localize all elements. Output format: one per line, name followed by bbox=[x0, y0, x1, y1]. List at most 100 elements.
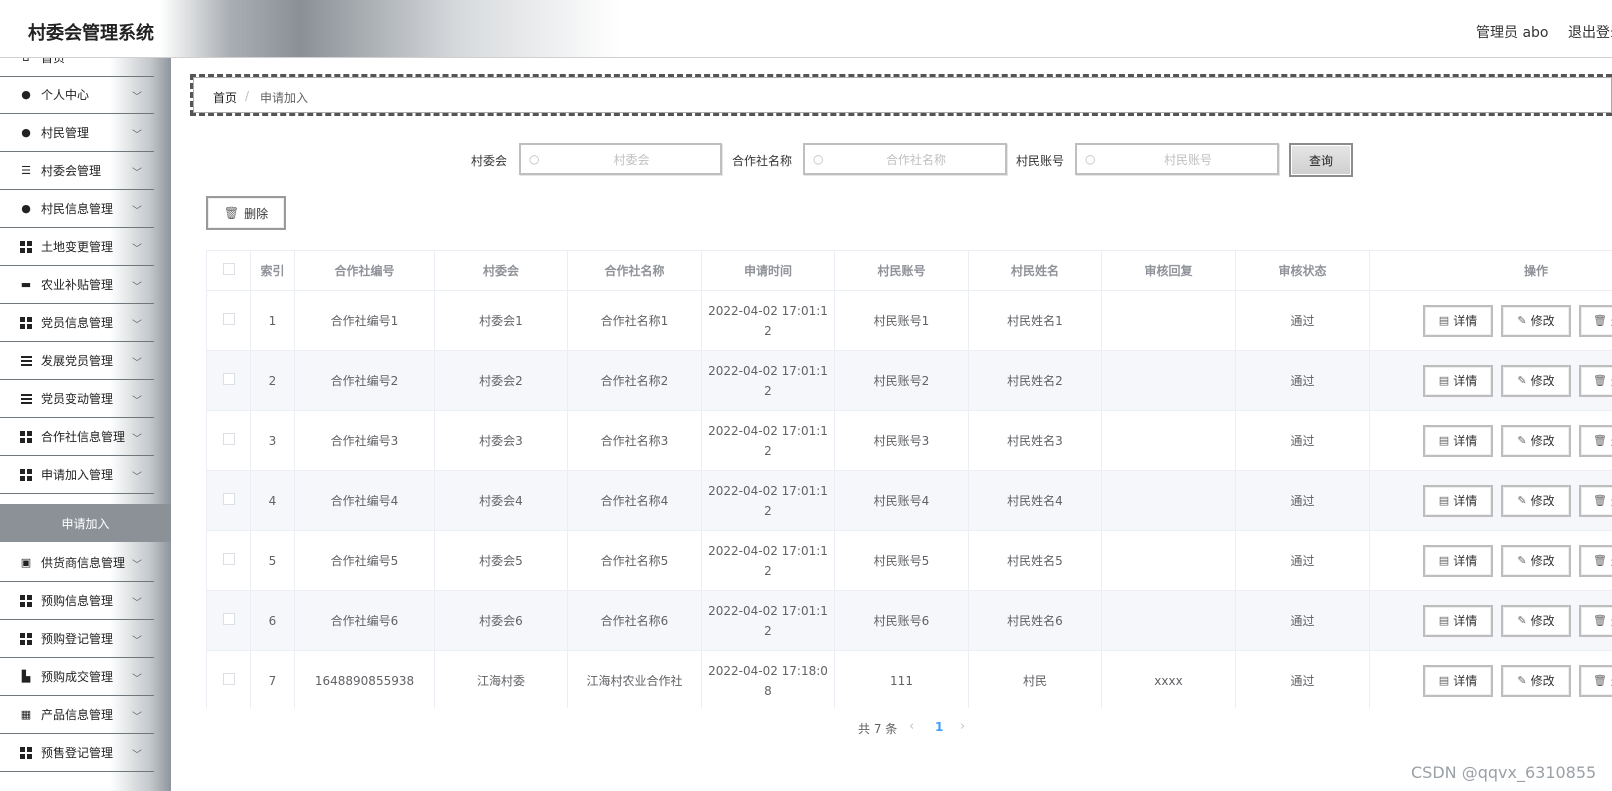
next-page-icon[interactable]: › bbox=[960, 719, 965, 734]
cell-coop-no: 合作社编号2 bbox=[294, 350, 435, 411]
chevron-down-icon: ﹀ bbox=[132, 244, 142, 255]
sidebar-item-home[interactable]: ⌂ 首页 bbox=[0, 58, 154, 77]
sidebar-item-presale-register[interactable]: 预购登记管理 ﹀ bbox=[0, 620, 154, 658]
detail-label: 详情 bbox=[1453, 553, 1478, 568]
detail-button[interactable]: ▤ 详情 bbox=[1423, 424, 1493, 457]
sidebar-item-villager[interactable]: ● 村民管理 ﹀ bbox=[0, 114, 154, 152]
row-checkbox[interactable] bbox=[222, 372, 235, 385]
row-checkbox[interactable] bbox=[222, 672, 235, 685]
sidebar-item-apply-join[interactable]: 申请加入管理 ﹀ bbox=[0, 456, 154, 494]
select-all-cell[interactable] bbox=[206, 250, 251, 291]
edit-label: 修改 bbox=[1530, 373, 1555, 388]
sidebar-item-develop-member[interactable]: 发展党员管理 ﹀ bbox=[0, 342, 154, 380]
edit-button[interactable]: ✎ 修改 bbox=[1501, 424, 1571, 457]
row-select-cell[interactable] bbox=[206, 470, 251, 531]
col-name: 村民姓名 bbox=[968, 250, 1102, 291]
edit-button[interactable]: ✎ 修改 bbox=[1501, 364, 1571, 397]
detail-button[interactable]: ▤ 详情 bbox=[1423, 604, 1493, 637]
sidebar-item-supplier[interactable]: ▣ 供货商信息管理 ﹀ bbox=[0, 544, 154, 582]
pencil-icon: ✎ bbox=[1517, 373, 1527, 387]
sidebar-item-personal-center[interactable]: ● 个人中心 ﹀ bbox=[0, 76, 154, 114]
row-checkbox[interactable] bbox=[222, 612, 235, 625]
sidebar-item-party-member[interactable]: 党员信息管理 ﹀ bbox=[0, 304, 154, 342]
delete-button[interactable]: 🗑删除 bbox=[1579, 424, 1612, 457]
query-button[interactable]: 查询 bbox=[1289, 143, 1353, 177]
chevron-down-icon: ﹀ bbox=[132, 320, 142, 331]
delete-button[interactable]: 🗑删除 bbox=[1579, 544, 1612, 577]
account-input[interactable] bbox=[1101, 147, 1275, 173]
sidebar-item-village-committee[interactable]: ☰ 村委会管理 ﹀ bbox=[0, 152, 154, 190]
delete-button[interactable]: 🗑删除 bbox=[1579, 484, 1612, 517]
logout-link[interactable]: 退出登录 bbox=[1568, 22, 1612, 42]
sidebar-item-label: 预售登记管理 bbox=[41, 746, 114, 760]
row-select-cell[interactable] bbox=[206, 530, 251, 591]
edit-button[interactable]: ✎ 修改 bbox=[1501, 304, 1571, 337]
row-select-cell[interactable] bbox=[206, 410, 251, 471]
sidebar-item-subsidy[interactable]: ▬ 农业补贴管理 ﹀ bbox=[0, 266, 154, 304]
row-checkbox[interactable] bbox=[222, 432, 235, 445]
detail-button[interactable]: ▤ 详情 bbox=[1423, 664, 1493, 697]
edit-label: 修改 bbox=[1530, 433, 1555, 448]
sidebar-item-cooperative[interactable]: 合作社信息管理 ﹀ bbox=[0, 418, 154, 456]
sidebar-subitem-label: 申请加入 bbox=[61, 516, 110, 531]
detail-button[interactable]: ▤ 详情 bbox=[1423, 484, 1493, 517]
detail-button[interactable]: ▤ 详情 bbox=[1423, 304, 1493, 337]
edit-label: 修改 bbox=[1530, 313, 1555, 328]
prev-page-icon[interactable]: ‹ bbox=[909, 719, 914, 734]
detail-label: 详情 bbox=[1453, 613, 1478, 628]
edit-button[interactable]: ✎ 修改 bbox=[1501, 604, 1571, 637]
edit-button[interactable]: ✎ 修改 bbox=[1501, 544, 1571, 577]
delete-button[interactable]: 🗑删除 bbox=[1579, 664, 1612, 697]
row-checkbox[interactable] bbox=[222, 312, 235, 325]
row-checkbox[interactable] bbox=[222, 492, 235, 505]
row-select-cell[interactable] bbox=[206, 650, 251, 708]
sidebar-subitem-apply-join[interactable]: 申请加入 bbox=[0, 504, 171, 542]
edit-label: 修改 bbox=[1530, 673, 1555, 688]
table-row: 7 1648890855938 江海村委 江海村农业合作社 2022-04-02 17:… bbox=[206, 650, 1612, 708]
table-row: 2 合作社编号2 村委会2 合作社名称2 2022-04-02 17:01:1 2 村民账号… bbox=[206, 350, 1612, 411]
cell-index: 5 bbox=[250, 530, 295, 591]
breadcrumb-home[interactable]: 首页 bbox=[213, 89, 237, 106]
cell-index: 7 bbox=[250, 650, 295, 708]
delete-button[interactable]: 🗑删除 bbox=[1579, 304, 1612, 337]
page-number[interactable]: 1 bbox=[935, 720, 943, 734]
coop-name-input[interactable] bbox=[829, 147, 1003, 173]
delete-button[interactable]: 🗑删除 bbox=[1579, 604, 1612, 637]
row-select-cell[interactable] bbox=[206, 290, 251, 351]
col-reply: 审核回复 bbox=[1101, 250, 1236, 291]
edit-button[interactable]: ✎ 修改 bbox=[1501, 484, 1571, 517]
chevron-down-icon: ﹀ bbox=[132, 636, 142, 647]
cell-index: 1 bbox=[250, 290, 295, 351]
sidebar-item-presale-deal[interactable]: ▙ 预购成交管理 ﹀ bbox=[0, 658, 154, 696]
time-line: 2022-04-02 17:01:1 bbox=[708, 603, 828, 618]
row-select-cell[interactable] bbox=[206, 350, 251, 411]
row-select-cell[interactable] bbox=[206, 590, 251, 651]
row-checkbox[interactable] bbox=[222, 552, 235, 565]
account-search-box: ○ bbox=[1075, 143, 1279, 175]
sidebar-item-presale-info[interactable]: 预购信息管理 ﹀ bbox=[0, 582, 154, 620]
detail-button[interactable]: ▤ 详情 bbox=[1423, 544, 1493, 577]
table-row: 1 合作社编号1 村委会1 合作社名称1 2022-04-02 17:01:1 2 村民账号… bbox=[206, 290, 1612, 351]
detail-button[interactable]: ▤ 详情 bbox=[1423, 364, 1493, 397]
sidebar-item-villager-info[interactable]: ● 村民信息管理 ﹀ bbox=[0, 190, 154, 228]
delete-button[interactable]: 🗑删除 bbox=[1579, 364, 1612, 397]
sidebar-item-member-change[interactable]: 党员变动管理 ﹀ bbox=[0, 380, 154, 418]
pencil-icon: ✎ bbox=[1517, 673, 1527, 687]
admin-user[interactable]: 管理员 abo bbox=[1476, 22, 1548, 42]
chevron-down-icon: ﹀ bbox=[132, 396, 142, 407]
sidebar-item-sale-register[interactable]: 预售登记管理 ﹀ bbox=[0, 734, 154, 772]
batch-delete-button[interactable]: 🗑 删除 bbox=[206, 196, 286, 230]
sidebar-item-label: 申请加入管理 bbox=[41, 468, 114, 482]
village-input[interactable] bbox=[545, 147, 718, 173]
edit-button[interactable]: ✎ 修改 bbox=[1501, 664, 1571, 697]
cell-status: 通过 bbox=[1235, 410, 1370, 471]
time-line: 2 bbox=[764, 503, 772, 518]
breadcrumb-separator: / bbox=[245, 89, 250, 103]
coop-name-label: 合作社名称 bbox=[732, 154, 793, 168]
time-line: 2022-04-02 17:01:1 bbox=[708, 483, 828, 498]
cell-reply bbox=[1101, 290, 1236, 351]
select-all-checkbox[interactable] bbox=[222, 263, 235, 275]
cell-reply bbox=[1101, 530, 1236, 591]
sidebar-item-land-change[interactable]: 土地变更管理 ﹀ bbox=[0, 228, 154, 266]
chevron-down-icon: ﹀ bbox=[132, 92, 142, 103]
